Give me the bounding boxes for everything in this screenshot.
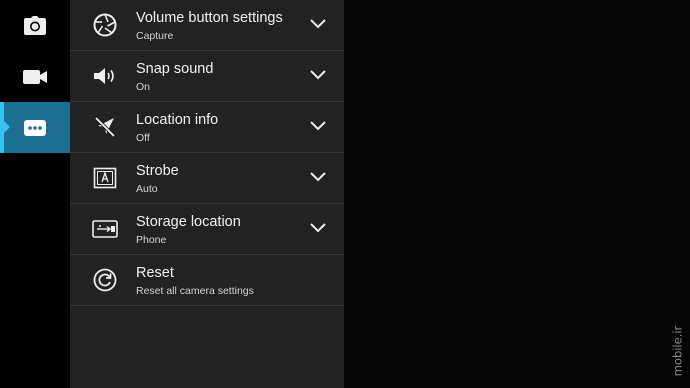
mode-sidebar <box>0 0 70 388</box>
setting-value: Phone <box>136 234 167 246</box>
storage-icon <box>92 216 118 242</box>
setting-title: Reset <box>136 265 174 281</box>
camera-mode-button[interactable] <box>0 0 70 51</box>
setting-location-info[interactable]: Location info Off <box>70 102 344 153</box>
setting-value: Reset all camera settings <box>136 285 254 297</box>
setting-value: Off <box>136 132 150 144</box>
setting-value: Auto <box>136 183 158 195</box>
setting-snap-sound[interactable]: Snap sound On <box>70 51 344 102</box>
setting-title: Location info <box>136 112 219 128</box>
setting-value: Capture <box>136 30 174 42</box>
watermark-text: mobile.ir <box>670 325 684 377</box>
video-mode-button[interactable] <box>0 51 70 102</box>
setting-value: On <box>136 81 151 93</box>
chevron-down-icon[interactable] <box>310 69 326 81</box>
location-off-icon <box>92 114 118 140</box>
setting-strobe[interactable]: Strobe Auto <box>70 153 344 204</box>
chevron-down-icon[interactable] <box>310 18 326 30</box>
setting-title: Storage location <box>136 214 241 230</box>
setting-title: Snap sound <box>136 61 214 77</box>
watermark: mobile.ir <box>666 318 688 384</box>
video-camera-icon <box>23 69 47 84</box>
settings-panel: Volume button settings Capture Snap soun… <box>70 0 344 388</box>
setting-title: Volume button settings <box>136 10 283 26</box>
chevron-down-icon[interactable] <box>310 120 326 132</box>
chevron-down-icon[interactable] <box>310 171 326 183</box>
more-options-icon <box>24 119 46 136</box>
setting-reset[interactable]: Reset Reset all camera settings <box>70 255 344 306</box>
setting-title: Strobe <box>136 163 179 179</box>
chevron-down-icon[interactable] <box>310 222 326 234</box>
more-settings-button[interactable] <box>0 102 70 153</box>
strobe-icon <box>92 165 118 191</box>
camera-settings-screen: Volume button settings Capture Snap soun… <box>0 0 690 388</box>
aperture-icon <box>92 12 118 38</box>
reset-icon <box>92 267 118 293</box>
speaker-icon <box>92 63 118 89</box>
setting-volume-button[interactable]: Volume button settings Capture <box>70 0 344 51</box>
camera-icon <box>24 15 46 35</box>
setting-storage-location[interactable]: Storage location Phone <box>70 204 344 255</box>
